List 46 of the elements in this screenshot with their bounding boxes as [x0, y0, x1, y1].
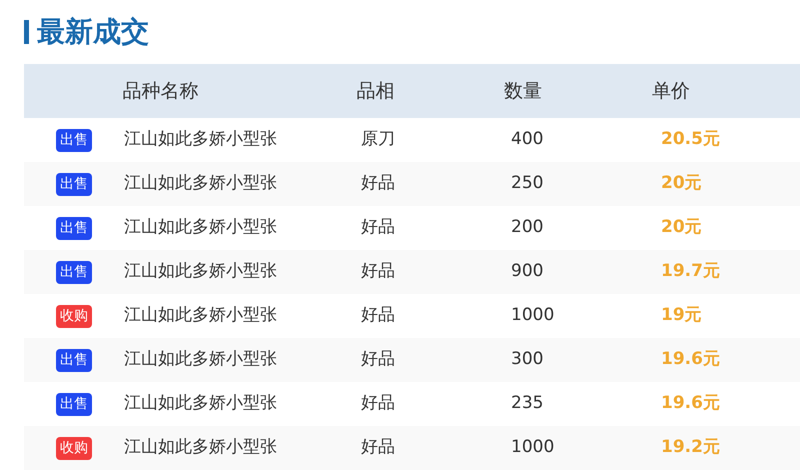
- trade-type-badge: 出售: [56, 216, 92, 240]
- title-accent-bar: [24, 20, 29, 44]
- table-cell: 好品: [361, 437, 395, 458]
- table-cell: 江山如此多娇小型张: [124, 349, 277, 370]
- column-header: 品种名称: [122, 80, 199, 102]
- table-cell: 好品: [361, 305, 395, 326]
- table-cell: 900: [511, 261, 544, 282]
- table-cell: 300: [511, 349, 544, 370]
- column-header: 数量: [504, 80, 542, 102]
- table-cell: 江山如此多娇小型张: [124, 393, 277, 414]
- table-cell: 好品: [361, 261, 395, 282]
- price-cell: 20元: [661, 217, 702, 238]
- trade-type-badge: 出售: [56, 128, 92, 152]
- trade-type-badge: 收购: [56, 304, 92, 328]
- table-cell: 好品: [361, 393, 395, 414]
- price-cell: 19元: [661, 305, 702, 326]
- table-cell: 江山如此多娇小型张: [124, 173, 277, 194]
- table-cell: 好品: [361, 217, 395, 238]
- table-cell: 原刀: [361, 129, 395, 150]
- price-cell: 20.5元: [661, 129, 720, 150]
- price-cell: 19.7元: [661, 261, 720, 282]
- trade-type-badge: 出售: [56, 260, 92, 284]
- price-cell: 19.6元: [661, 393, 720, 414]
- table-cell: 400: [511, 129, 544, 150]
- table-cell: 235: [511, 393, 544, 414]
- price-cell: 19.2元: [661, 437, 720, 458]
- table-cell: 江山如此多娇小型张: [124, 305, 277, 326]
- trade-type-badge: 收购: [56, 436, 92, 460]
- table-cell: 1000: [511, 305, 554, 326]
- table-cell: 江山如此多娇小型张: [124, 261, 277, 282]
- trade-type-badge: 出售: [56, 348, 92, 372]
- price-cell: 19.6元: [661, 349, 720, 370]
- table-cell: 250: [511, 173, 544, 194]
- table-cell: 1000: [511, 437, 554, 458]
- table-cell: 好品: [361, 173, 395, 194]
- table-cell: 200: [511, 217, 544, 238]
- table-cell: 江山如此多娇小型张: [124, 129, 277, 150]
- table-cell: 好品: [361, 349, 395, 370]
- price-cell: 20元: [661, 173, 702, 194]
- trade-type-badge: 出售: [56, 392, 92, 416]
- trade-type-badge: 出售: [56, 172, 92, 196]
- table-cell: 江山如此多娇小型张: [124, 217, 277, 238]
- column-header: 单价: [652, 80, 690, 102]
- section-title: 最新成交: [37, 14, 149, 50]
- column-header: 品相: [356, 80, 394, 102]
- table-cell: 江山如此多娇小型张: [124, 437, 277, 458]
